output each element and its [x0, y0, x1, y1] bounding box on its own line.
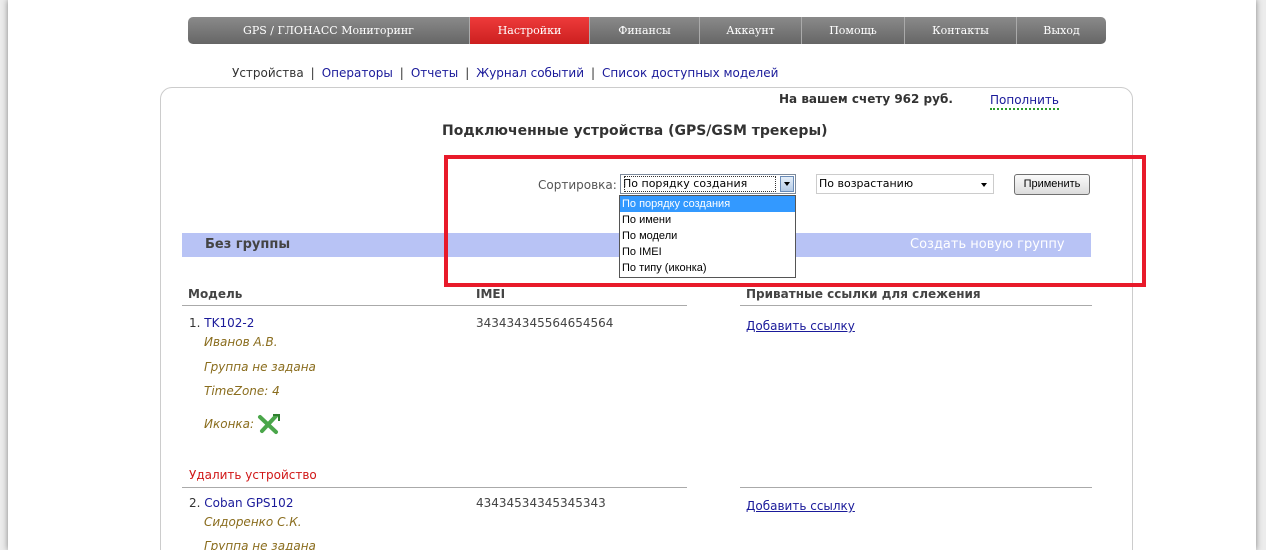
nav-settings[interactable]: Настройки	[470, 17, 590, 44]
nav-gps-monitoring[interactable]: GPS / ГЛОНАСС Мониторинг	[188, 17, 470, 44]
delete-device-link[interactable]: Удалить устройство	[189, 468, 317, 482]
subnav-separator: |	[465, 66, 470, 80]
device-group: Группа не задана	[204, 539, 316, 550]
sort-order-select[interactable]: По возрастанию	[816, 174, 994, 194]
device-imei: 343434345564654564	[476, 316, 614, 330]
device-model-link[interactable]: Coban GPS102	[204, 496, 293, 510]
group-name: Без группы	[205, 237, 291, 252]
subnav-operators[interactable]: Операторы	[322, 66, 393, 80]
column-header-links: Приватные ссылки для слежения	[746, 287, 981, 301]
column-header-imei: IMEI	[476, 287, 506, 301]
sort-option-creation[interactable]: По порядку создания	[620, 196, 795, 212]
device-imei: 43434534345345343	[476, 496, 606, 510]
nav-finance[interactable]: Финансы	[590, 17, 700, 44]
sort-option-imei[interactable]: По IMEI	[620, 244, 795, 260]
sort-option-name[interactable]: По имени	[620, 212, 795, 228]
device-model-link[interactable]: TK102-2	[204, 316, 254, 330]
subnav-separator: |	[399, 66, 404, 80]
page-title: Подключенные устройства (GPS/GSM трекеры…	[442, 123, 828, 139]
subnav-separator: |	[310, 66, 315, 80]
create-group-link[interactable]: Создать новую группу	[910, 237, 1065, 252]
device-owner: Иванов А.В.	[204, 335, 278, 349]
subnav-reports[interactable]: Отчеты	[411, 66, 458, 80]
subnav-devices: Устройства	[232, 66, 304, 80]
header-divider	[740, 305, 1092, 306]
device-number: 2.	[189, 496, 201, 510]
add-link-button[interactable]: Добавить ссылку	[746, 499, 855, 513]
sort-order-selected: По возрастанию	[819, 177, 914, 190]
device-number: 1.	[189, 316, 201, 330]
column-header-model: Модель	[188, 287, 243, 301]
subnav-models[interactable]: Список доступных моделей	[602, 66, 778, 80]
subnav-events[interactable]: Журнал событий	[476, 66, 584, 80]
sort-field-dropdown: По порядку создания По имени По модели П…	[619, 195, 796, 278]
chevron-down-icon	[981, 183, 987, 187]
chevron-down-icon[interactable]	[780, 176, 794, 192]
subnav-separator: |	[591, 66, 596, 80]
nav-contacts[interactable]: Контакты	[905, 17, 1017, 44]
balance-text: На вашем счету 962 руб.	[779, 92, 953, 106]
sort-field-selected: По порядку создания	[623, 175, 777, 193]
device-group: Группа не задана	[204, 360, 316, 374]
add-link-button[interactable]: Добавить ссылку	[746, 319, 855, 333]
device-owner: Сидоренко С.К.	[204, 515, 302, 529]
airplane-icon	[258, 414, 280, 434]
sort-option-model[interactable]: По модели	[620, 228, 795, 244]
header-divider	[182, 305, 687, 306]
nav-account[interactable]: Аккаунт	[700, 17, 802, 44]
nav-logout[interactable]: Выход	[1017, 17, 1106, 44]
sort-label: Сортировка:	[538, 178, 617, 192]
row-divider	[740, 487, 1092, 488]
device-timezone: TimeZone: 4	[204, 384, 280, 398]
sort-option-icon-type[interactable]: По типу (иконка)	[620, 260, 795, 276]
device-icon-label: Иконка:	[204, 417, 255, 431]
topup-link[interactable]: Пополнить	[990, 92, 1059, 110]
row-divider	[182, 487, 687, 488]
apply-button[interactable]: Применить	[1014, 174, 1090, 195]
main-nav: GPS / ГЛОНАСС Мониторинг Настройки Финан…	[188, 17, 1106, 44]
nav-help[interactable]: Помощь	[802, 17, 905, 44]
table-row: 2. Coban GPS102	[189, 496, 293, 510]
sort-field-select[interactable]: По порядку создания	[620, 174, 796, 194]
sub-nav: Устройства | Операторы | Отчеты | Журнал событ…	[232, 66, 778, 80]
table-row: 1. TK102-2	[189, 316, 254, 330]
